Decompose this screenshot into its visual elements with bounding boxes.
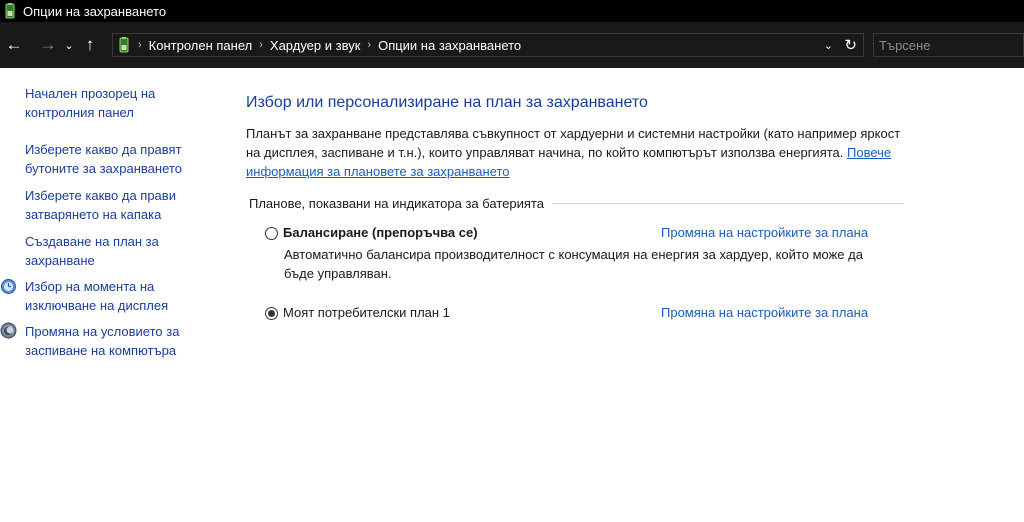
arrow-right-icon: →: [39, 35, 57, 54]
search-box[interactable]: [873, 33, 1024, 57]
group-divider: [551, 202, 904, 204]
power-options-icon: [5, 3, 15, 19]
recent-locations-button[interactable]: ⌄: [63, 34, 75, 56]
group-label: Планове, показвани на индикатора за бате…: [249, 195, 544, 211]
chevron-right-icon[interactable]: ›: [367, 39, 371, 51]
plan-balanced: Балансиране (препоръчва се) Промяна на н…: [265, 225, 885, 285]
link-lid-close[interactable]: Изберете какво да прави затварянето на к…: [25, 186, 215, 224]
back-button[interactable]: ←: [3, 34, 25, 56]
description-text: Планът за захранване представлява съвкуп…: [246, 126, 901, 160]
link-sleep-setting[interactable]: Промяна на условието за заспиване на ком…: [25, 322, 215, 360]
page-description: Планът за захранване представлява съвкуп…: [246, 124, 916, 181]
link-display-off[interactable]: Избор на момента на изключване на диспле…: [25, 277, 215, 315]
plan-name[interactable]: Моят потребителски план 1: [283, 305, 450, 320]
radio-custom-plan[interactable]: [265, 307, 278, 320]
link-power-buttons[interactable]: Изберете какво да правят бутоните за зах…: [25, 140, 215, 178]
plan-name[interactable]: Балансиране (препоръчва се): [283, 225, 478, 240]
title-bar: Опции на захранването: [0, 0, 1024, 22]
refresh-icon[interactable]: ↻: [844, 36, 857, 54]
up-button[interactable]: ↑: [79, 34, 101, 56]
plan-custom: Моят потребителски план 1 Промяна на нас…: [265, 305, 885, 325]
arrow-up-icon: ↑: [85, 35, 95, 54]
breadcrumb-power-options[interactable]: Опции на захранването: [378, 38, 521, 53]
window-title: Опции на захранването: [23, 3, 167, 19]
forward-button[interactable]: →: [37, 34, 59, 56]
address-dropdown-icon[interactable]: ⌄: [824, 39, 833, 52]
page-title: Избор или персонализиране на план за зах…: [246, 94, 648, 111]
breadcrumb-control-panel[interactable]: Контролен панел: [149, 38, 253, 53]
sleep-moon-icon: [0, 322, 17, 339]
plan-description: Автоматично балансира производителност с…: [284, 247, 863, 281]
plans-group-header: Планове, показвани на индикатора за бате…: [249, 194, 904, 212]
chevron-right-icon[interactable]: ›: [259, 39, 263, 51]
navigation-bar: ← → ⌄ ↑ › Контролен панел › Хардуер и зв…: [0, 22, 1024, 68]
change-plan-settings-link[interactable]: Промяна на настройките за плана: [661, 225, 868, 240]
change-plan-settings-link[interactable]: Промяна на настройките за плана: [661, 305, 868, 320]
power-options-icon: [119, 37, 129, 53]
chevron-down-icon: ⌄: [64, 39, 74, 52]
link-create-plan[interactable]: Създаване на план за захранване: [25, 232, 215, 270]
link-control-panel-home[interactable]: Начален прозорец на контролния панел: [25, 84, 215, 122]
arrow-left-icon: ←: [5, 35, 23, 54]
breadcrumb-hardware-sound[interactable]: Хардуер и звук: [270, 38, 361, 53]
left-pane: Начален прозорец на контролния панел Изб…: [0, 68, 230, 522]
address-bar[interactable]: › Контролен панел › Хардуер и звук › Опц…: [112, 33, 864, 57]
search-input[interactable]: [874, 34, 1023, 56]
radio-balanced[interactable]: [265, 227, 278, 240]
chevron-right-icon[interactable]: ›: [138, 39, 142, 51]
display-timer-icon: [1, 279, 16, 294]
